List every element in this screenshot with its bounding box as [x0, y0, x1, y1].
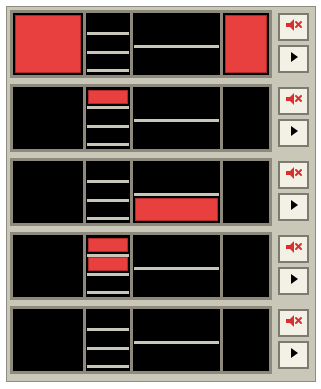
speaker-mute-icon — [284, 17, 304, 37]
grid-cell[interactable] — [223, 235, 269, 297]
grid-divider — [83, 87, 86, 149]
play-icon — [286, 271, 302, 291]
step-line — [134, 45, 219, 48]
step-line — [134, 341, 219, 344]
step-line — [134, 267, 219, 270]
grid-cell[interactable] — [86, 13, 130, 75]
track-grid — [10, 306, 272, 374]
track-grid — [10, 84, 272, 152]
play-button[interactable] — [278, 267, 309, 295]
play-icon — [286, 197, 302, 217]
track-grid — [10, 158, 272, 226]
grid-cell[interactable] — [13, 235, 83, 297]
play-icon — [286, 123, 302, 143]
play-button[interactable] — [278, 341, 309, 369]
track-grid — [10, 232, 272, 300]
speaker-mute-icon — [284, 239, 304, 259]
speaker-mute-icon — [284, 165, 304, 185]
play-button[interactable] — [278, 119, 309, 147]
speaker-mute-icon — [284, 91, 304, 111]
grid-cell[interactable] — [133, 309, 220, 371]
grid-divider — [220, 235, 223, 297]
active-step[interactable] — [15, 15, 81, 73]
mute-button[interactable] — [278, 13, 309, 41]
grid-divider — [220, 87, 223, 149]
step-line — [87, 106, 129, 109]
grid-cell[interactable] — [13, 309, 83, 371]
step-line — [87, 143, 129, 146]
step-line — [87, 347, 129, 350]
step-line — [134, 119, 219, 122]
mute-button[interactable] — [278, 87, 309, 115]
grid-divider — [83, 13, 86, 75]
grid-divider — [130, 309, 133, 371]
track-row — [10, 84, 310, 152]
grid-cell[interactable] — [86, 309, 130, 371]
grid-divider — [130, 13, 133, 75]
play-button[interactable] — [278, 45, 309, 73]
grid-cell[interactable] — [133, 235, 220, 297]
grid-divider — [220, 13, 223, 75]
active-step[interactable] — [135, 198, 218, 221]
grid-divider — [220, 161, 223, 223]
grid-divider — [83, 161, 86, 223]
play-icon — [286, 345, 302, 365]
track-row — [10, 306, 310, 374]
mute-button[interactable] — [278, 235, 309, 263]
grid-cell[interactable] — [86, 161, 130, 223]
mute-button[interactable] — [278, 309, 309, 337]
play-button[interactable] — [278, 193, 309, 221]
step-line — [87, 328, 129, 331]
grid-cell[interactable] — [13, 87, 83, 149]
sequencer-panel — [6, 6, 316, 382]
track-row — [10, 158, 310, 226]
track-grid — [10, 10, 272, 78]
step-line — [87, 32, 129, 35]
track-row — [10, 10, 310, 78]
step-line — [87, 125, 129, 128]
grid-divider — [83, 235, 86, 297]
mute-button[interactable] — [278, 161, 309, 189]
step-line — [87, 365, 129, 368]
grid-cell[interactable] — [13, 161, 83, 223]
active-step[interactable] — [88, 238, 128, 252]
grid-cell[interactable] — [133, 87, 220, 149]
grid-cell[interactable] — [133, 13, 220, 75]
grid-divider — [130, 235, 133, 297]
step-line — [87, 51, 129, 54]
step-line — [87, 69, 129, 72]
step-line — [87, 217, 129, 220]
active-step[interactable] — [225, 15, 267, 73]
step-line — [87, 273, 129, 276]
play-icon — [286, 49, 302, 69]
step-line — [134, 193, 219, 196]
grid-divider — [220, 309, 223, 371]
active-step[interactable] — [88, 90, 128, 104]
grid-cell[interactable] — [223, 309, 269, 371]
grid-cell[interactable] — [223, 161, 269, 223]
step-line — [87, 199, 129, 202]
grid-divider — [130, 161, 133, 223]
grid-divider — [130, 87, 133, 149]
step-line — [87, 180, 129, 183]
speaker-mute-icon — [284, 313, 304, 333]
active-step[interactable] — [88, 257, 128, 271]
track-row — [10, 232, 310, 300]
grid-cell[interactable] — [223, 87, 269, 149]
grid-divider — [83, 309, 86, 371]
step-line — [87, 291, 129, 294]
